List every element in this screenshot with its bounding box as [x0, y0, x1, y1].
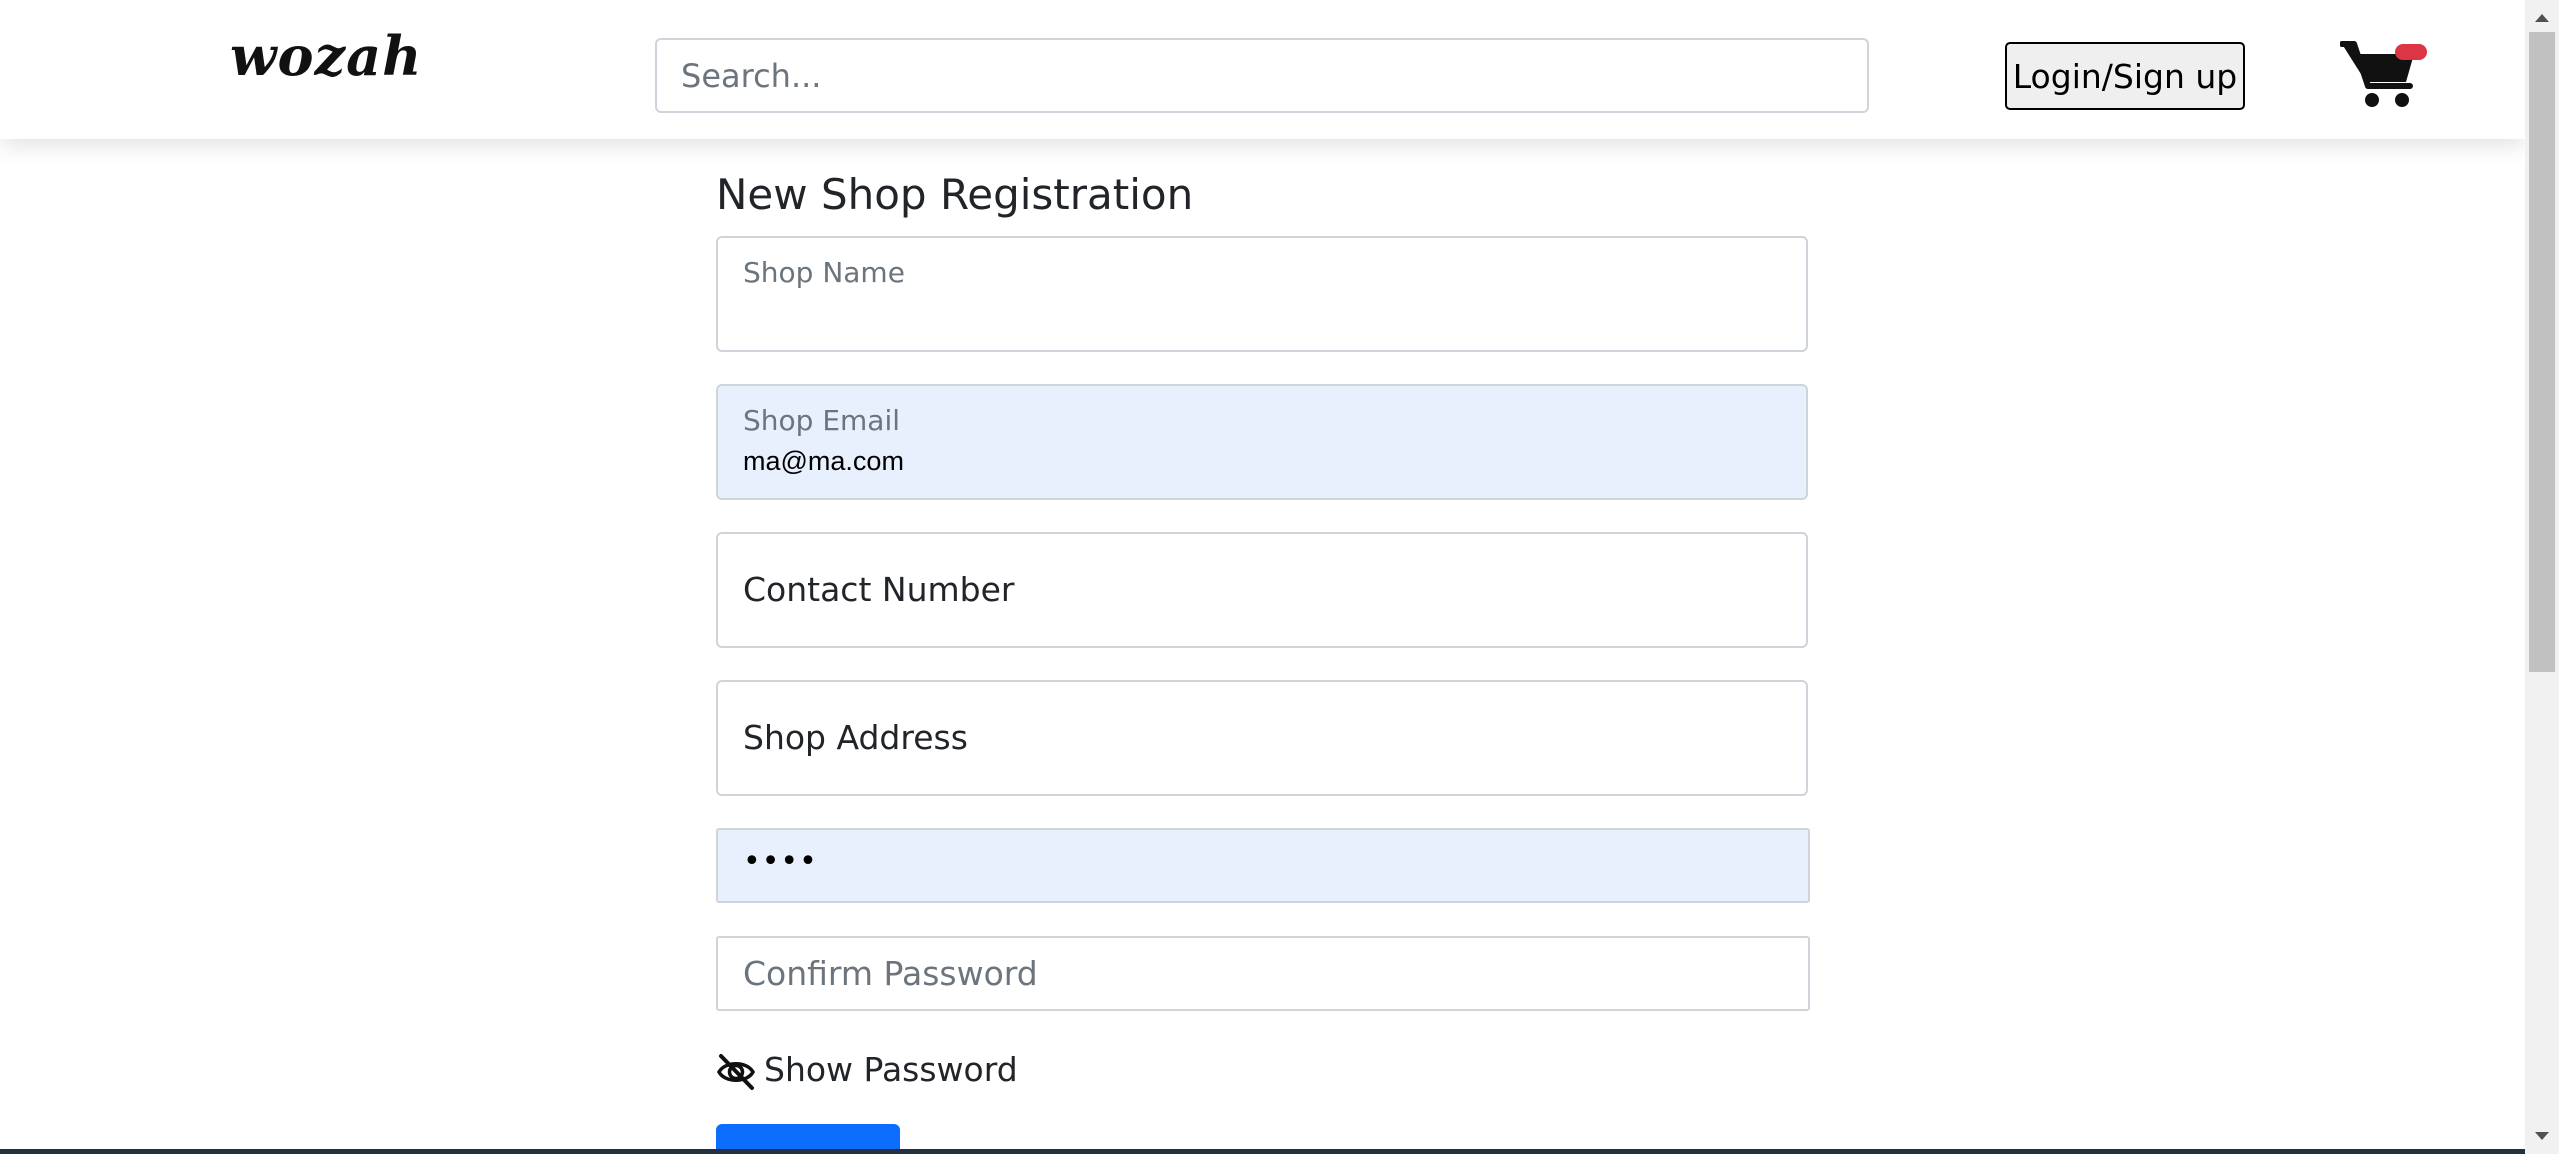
eye-slash-icon — [717, 1054, 755, 1090]
shop-email-label: Shop Email — [743, 404, 901, 437]
shop-address-field[interactable]: Shop Address — [716, 680, 1808, 796]
contact-number-field[interactable]: Contact Number — [716, 532, 1808, 648]
scrollbar[interactable] — [2525, 0, 2559, 1154]
password-field[interactable]: •••• — [716, 828, 1810, 903]
logo[interactable]: wozah — [230, 24, 422, 88]
confirm-password-field[interactable]: Confirm Password — [716, 936, 1810, 1011]
page: wozah Login/Sign up New Shop Registratio… — [0, 0, 2525, 1154]
scroll-up-icon[interactable] — [2535, 14, 2549, 22]
taskbar-edge — [0, 1149, 2525, 1154]
scroll-down-icon[interactable] — [2535, 1132, 2549, 1140]
confirm-password-placeholder: Confirm Password — [743, 954, 1038, 993]
shop-email-value: ma@ma.com — [743, 446, 904, 476]
search-input[interactable] — [655, 38, 1869, 113]
shop-name-field[interactable]: Shop Name — [716, 236, 1808, 352]
shop-name-label: Shop Name — [743, 256, 905, 289]
navbar: wozah Login/Sign up — [0, 0, 2525, 139]
contact-number-label: Contact Number — [743, 570, 1015, 609]
show-password-label: Show Password — [764, 1050, 1018, 1089]
shop-email-field[interactable]: Shop Email ma@ma.com — [716, 384, 1808, 500]
password-value: •••• — [743, 844, 818, 879]
cart-badge — [2395, 44, 2427, 60]
shop-address-label: Shop Address — [743, 718, 968, 757]
scrollbar-thumb[interactable] — [2529, 32, 2555, 672]
page-title: New Shop Registration — [716, 170, 1194, 219]
login-signup-button[interactable]: Login/Sign up — [2005, 42, 2245, 110]
